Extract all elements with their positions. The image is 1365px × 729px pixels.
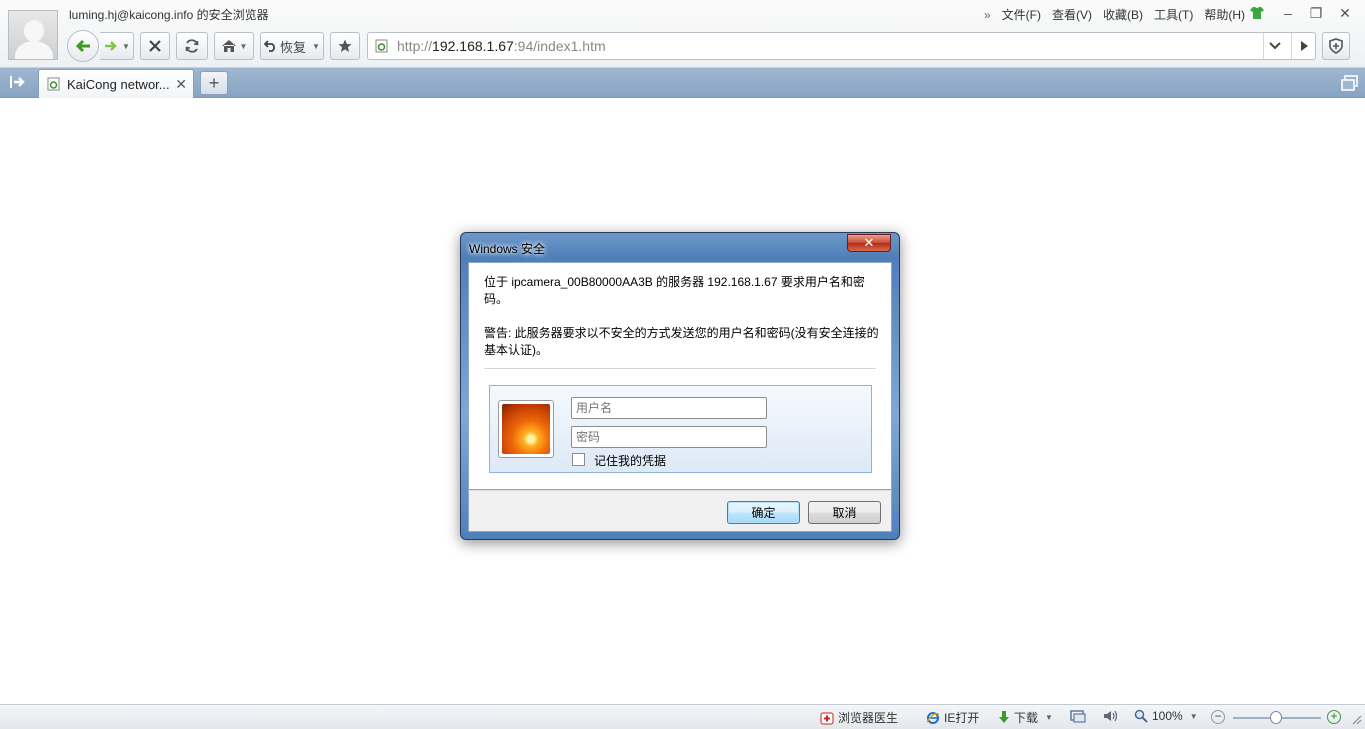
- stop-x-icon: [149, 40, 161, 52]
- avatar-head: [24, 20, 44, 42]
- dialog-body: 位于 ipcamera_00B80000AA3B 的服务器 192.168.1.…: [468, 262, 892, 490]
- security-shield-button[interactable]: [1322, 32, 1350, 60]
- avatar-body: [15, 41, 53, 59]
- remember-credentials-label[interactable]: 记住我的凭据: [594, 452, 666, 469]
- zoom-in-button[interactable]: +: [1327, 710, 1341, 724]
- forward-arrow-icon: [105, 41, 117, 51]
- menu-bar: » 文件(F) 查看(V) 收藏(B) 工具(T) 帮助(H): [984, 6, 1245, 23]
- close-window-button[interactable]: ✕: [1336, 4, 1354, 22]
- sidebar-toggle-icon[interactable]: [9, 74, 27, 90]
- open-in-ie-label: IE打开: [944, 711, 980, 725]
- shield-icon: [1329, 38, 1343, 54]
- download-label: 下载: [1014, 711, 1039, 725]
- dialog-title: Windows 安全: [469, 242, 546, 256]
- window-screen-icon: [1070, 710, 1086, 723]
- tab-kaicong[interactable]: KaiCong networ... ✕: [38, 69, 194, 98]
- zoom-dropdown-icon[interactable]: ▼: [1190, 712, 1198, 721]
- dialog-warning: 警告: 此服务器要求以不安全的方式发送您的用户名和密码(没有安全连接的基本认证)…: [484, 326, 879, 357]
- menu-tools[interactable]: 工具(T): [1154, 6, 1193, 23]
- browser-doctor-button[interactable]: 浏览器医生: [820, 709, 898, 726]
- zoom-level-button[interactable]: 100% ▼: [1134, 709, 1198, 723]
- refresh-icon: [185, 39, 199, 53]
- menu-help[interactable]: 帮助(H): [1204, 6, 1245, 23]
- windows-security-dialog: Windows 安全 ✕ 位于 ipcamera_00B80000AA3B 的服…: [460, 232, 900, 540]
- home-button[interactable]: ▼: [214, 32, 254, 60]
- flower-icon: [502, 404, 550, 454]
- dialog-footer: 确定 取消: [468, 490, 892, 532]
- download-dropdown-icon[interactable]: ▼: [1045, 713, 1053, 722]
- browser-toolbar-area: luming.hj@kaicong.info 的安全浏览器 » 文件(F) 查看…: [0, 0, 1365, 68]
- dialog-close-button[interactable]: ✕: [847, 234, 891, 252]
- page-ie-icon: [375, 39, 388, 53]
- restore-window-button[interactable]: ❐: [1307, 4, 1325, 22]
- cancel-button[interactable]: 取消: [808, 501, 881, 524]
- menu-overflow-icon[interactable]: »: [984, 8, 991, 22]
- back-button[interactable]: [67, 30, 99, 62]
- url-host: 192.168.1.67: [432, 38, 514, 54]
- sound-button[interactable]: [1103, 709, 1119, 723]
- download-button[interactable]: 下载 ▼: [998, 709, 1053, 726]
- url-path: :94/index1.htm: [513, 38, 606, 54]
- zoom-out-button[interactable]: −: [1211, 710, 1225, 724]
- forward-dropdown-icon[interactable]: ▼: [122, 42, 130, 51]
- undo-icon: [264, 40, 275, 52]
- browser-doctor-label: 浏览器医生: [838, 711, 899, 725]
- refresh-button[interactable]: [176, 32, 208, 60]
- speaker-icon: [1104, 710, 1118, 722]
- dialog-titlebar[interactable]: Windows 安全 ✕: [461, 233, 899, 261]
- new-tab-button[interactable]: +: [200, 71, 228, 95]
- address-bar[interactable]: http://192.168.1.67:94/index1.htm: [367, 32, 1316, 60]
- chevron-down-icon: [1268, 42, 1281, 50]
- address-history-dropdown[interactable]: [1263, 33, 1285, 59]
- password-field[interactable]: [571, 426, 767, 448]
- restore-tabs-button[interactable]: 恢复 ▼: [260, 32, 324, 60]
- menu-file[interactable]: 文件(F): [1002, 6, 1041, 23]
- close-icon: ✕: [863, 235, 875, 250]
- minimize-button[interactable]: –: [1279, 4, 1297, 22]
- tab-list-icon[interactable]: [1341, 75, 1359, 91]
- user-tile-image: [498, 400, 554, 458]
- ie-logo-icon: [926, 711, 940, 724]
- remember-credentials-checkbox[interactable]: [572, 453, 585, 466]
- user-avatar[interactable]: [8, 10, 58, 60]
- restore-label: 恢复: [280, 39, 307, 55]
- magnifier-icon: [1134, 709, 1148, 723]
- menu-view[interactable]: 查看(V): [1052, 6, 1092, 23]
- forward-button[interactable]: ▼: [100, 32, 134, 60]
- stop-button[interactable]: [140, 32, 170, 60]
- window-user-title: luming.hj@kaicong.info 的安全浏览器: [69, 8, 269, 22]
- restore-dropdown-icon[interactable]: ▼: [312, 42, 320, 51]
- tab-close-icon[interactable]: ✕: [175, 76, 187, 93]
- open-in-ie-button[interactable]: IE打开: [926, 709, 979, 726]
- favorite-star-button[interactable]: [330, 32, 360, 60]
- tab-bar: KaiCong networ... ✕ +: [0, 68, 1365, 98]
- zoom-level-label: 100%: [1152, 709, 1183, 723]
- back-arrow-icon: [75, 39, 90, 53]
- star-icon: [338, 39, 352, 52]
- zoom-slider-thumb[interactable]: [1270, 711, 1282, 724]
- username-field[interactable]: [571, 397, 767, 419]
- play-arrow-icon: [1300, 41, 1308, 51]
- home-icon: [221, 40, 236, 52]
- dialog-message: 位于 ipcamera_00B80000AA3B 的服务器 192.168.1.…: [484, 275, 865, 306]
- go-button[interactable]: [1291, 33, 1315, 59]
- tab-label: KaiCong networ...: [67, 76, 170, 92]
- medical-kit-icon: [820, 712, 834, 724]
- resize-grip-icon[interactable]: [1350, 713, 1362, 725]
- url-scheme: http://: [397, 38, 433, 54]
- credential-tile-panel: 记住我的凭据: [489, 385, 872, 473]
- download-arrow-icon: [999, 710, 1009, 723]
- menu-favorites[interactable]: 收藏(B): [1103, 6, 1143, 23]
- skin-shirt-icon[interactable]: [1249, 6, 1265, 20]
- screenshot-button[interactable]: [1070, 709, 1086, 723]
- url-text[interactable]: http://192.168.1.67:94/index1.htm: [397, 38, 606, 54]
- home-dropdown-icon[interactable]: ▼: [240, 42, 248, 51]
- tab-page-icon: [47, 77, 60, 91]
- ok-button[interactable]: 确定: [727, 501, 800, 524]
- dialog-separator: [484, 368, 876, 369]
- status-bar: 浏览器医生 IE打开 下载 ▼ 100% ▼ − +: [0, 704, 1365, 729]
